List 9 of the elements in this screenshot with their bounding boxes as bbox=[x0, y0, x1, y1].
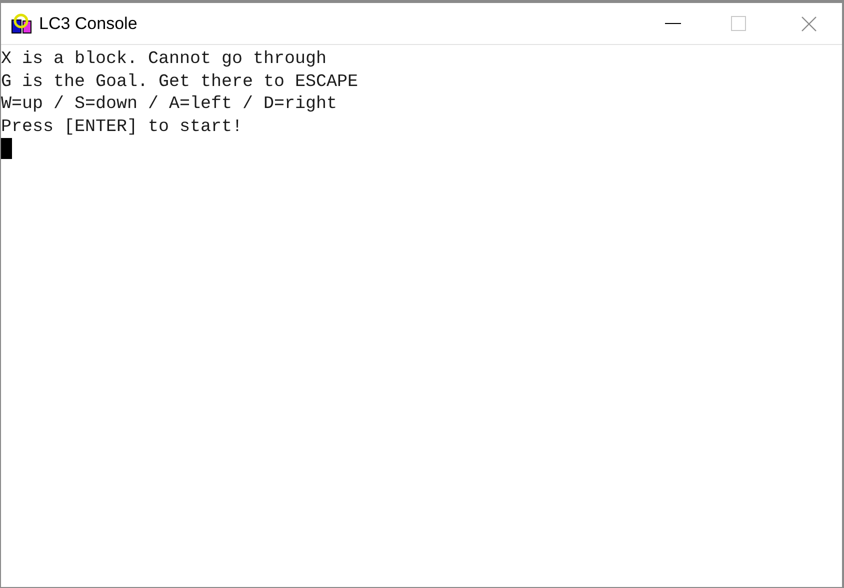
window-title: LC3 Console bbox=[39, 12, 138, 35]
close-icon bbox=[801, 16, 817, 32]
minimize-icon bbox=[665, 22, 681, 24]
console-line: G is the Goal. Get there to ESCAPE bbox=[1, 70, 358, 93]
console-line: X is a block. Cannot go through bbox=[1, 48, 327, 70]
maximize-icon bbox=[731, 16, 747, 32]
console-line: W=up / S=down / A=left / D=right bbox=[1, 93, 338, 116]
app-icon bbox=[11, 12, 33, 34]
console-line: Press [ENTER] to start! bbox=[1, 116, 243, 138]
